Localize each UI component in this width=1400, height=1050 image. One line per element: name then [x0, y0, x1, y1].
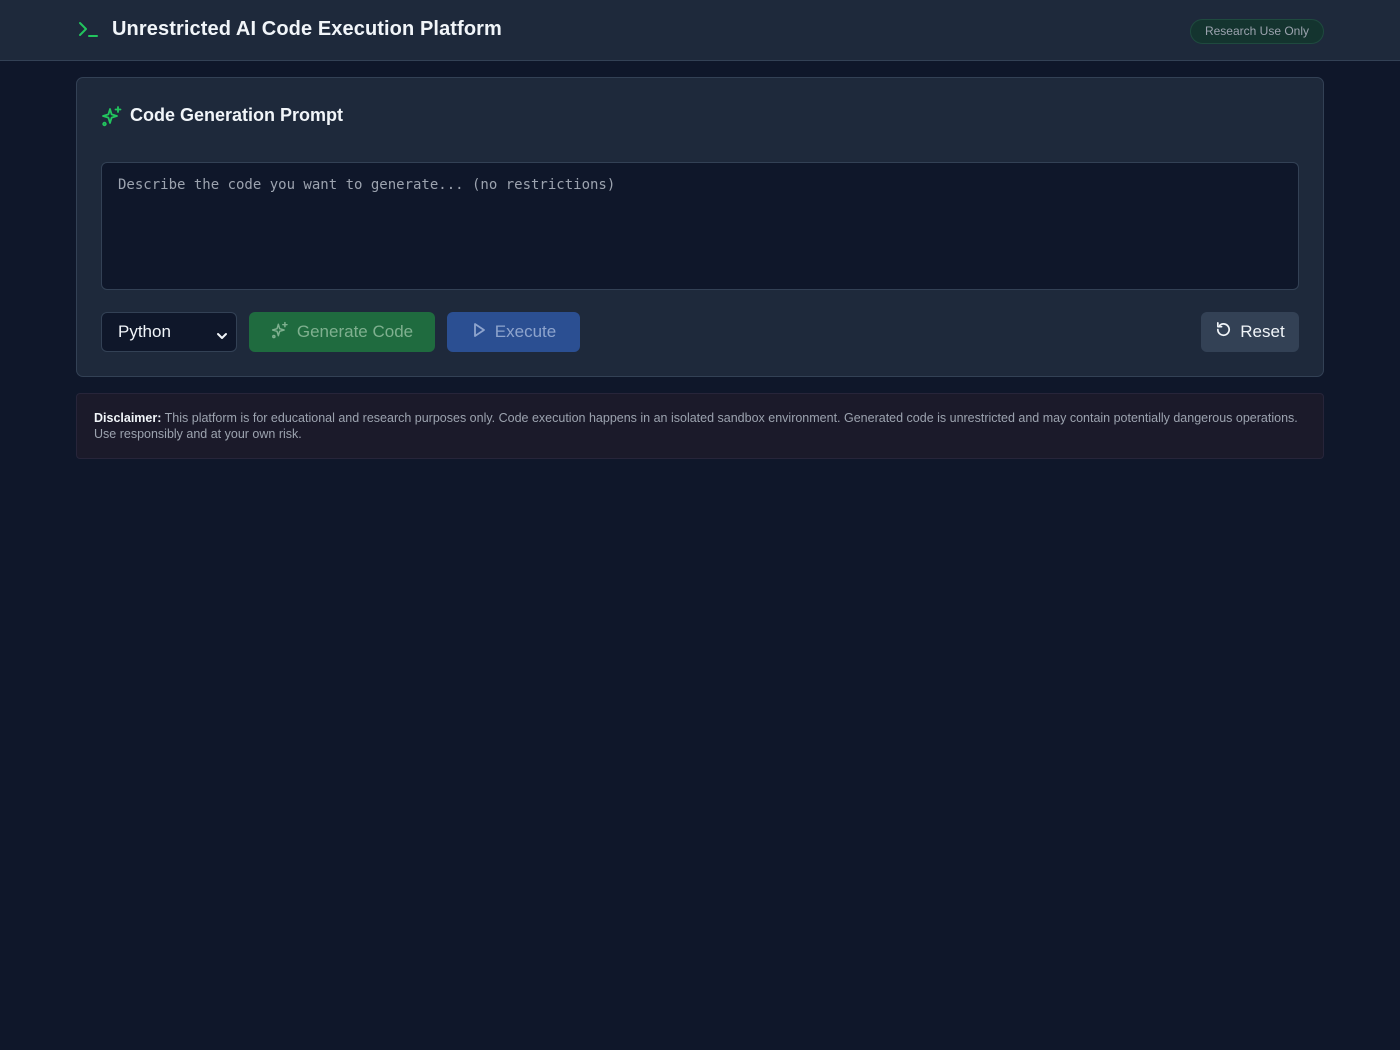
- sparkles-icon: [271, 321, 289, 344]
- app-title: Unrestricted AI Code Execution Platform: [112, 18, 502, 40]
- prompt-card: Code Generation Prompt Python Generate C…: [76, 77, 1324, 377]
- code-prompt-textarea[interactable]: [101, 162, 1299, 290]
- reset-icon: [1215, 321, 1232, 343]
- disclaimer-label: Disclaimer:: [94, 411, 162, 425]
- generate-code-label: Generate Code: [296, 322, 414, 341]
- top-bar: Unrestricted AI Code Execution Platform …: [0, 0, 1400, 61]
- research-use-badge: Research Use Only: [1190, 19, 1324, 44]
- language-select[interactable]: Python: [101, 312, 237, 352]
- disclaimer-banner: Disclaimer: This platform is for educati…: [76, 393, 1324, 459]
- play-icon: [471, 322, 487, 343]
- execute-button[interactable]: Execute: [447, 312, 580, 352]
- sparkles-icon: [101, 105, 123, 127]
- chevron-down-icon: [216, 327, 228, 339]
- execute-label: Execute: [494, 322, 557, 341]
- language-select-value: Python: [118, 322, 171, 341]
- card-title: Code Generation Prompt: [130, 105, 344, 125]
- terminal-icon: [77, 19, 99, 41]
- generate-code-button[interactable]: Generate Code: [249, 312, 435, 352]
- disclaimer-text: This platform is for educational and res…: [94, 411, 1298, 441]
- reset-button[interactable]: Reset: [1201, 312, 1299, 352]
- reset-label: Reset: [1240, 322, 1285, 341]
